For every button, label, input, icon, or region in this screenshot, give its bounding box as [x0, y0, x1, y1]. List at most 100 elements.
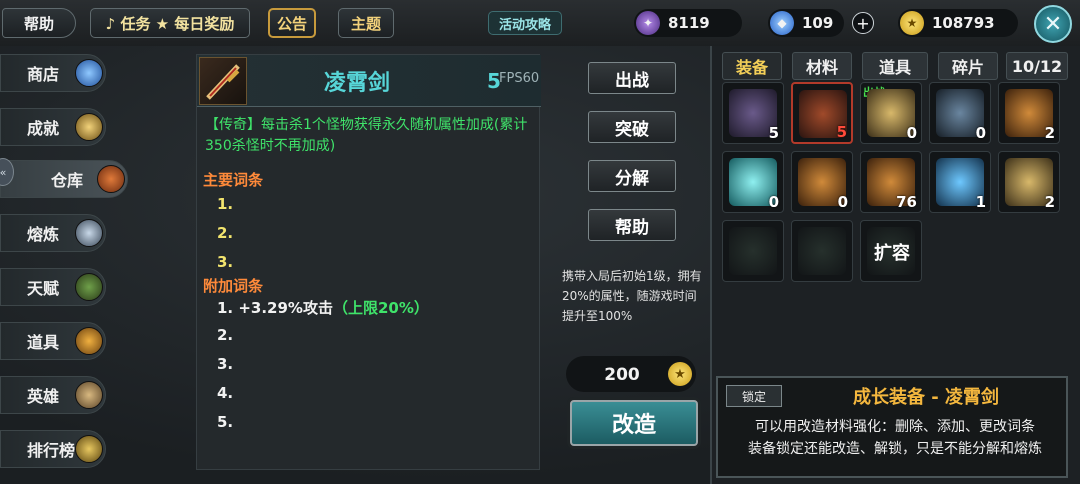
- gold-coin-icon: ★: [900, 11, 924, 35]
- sidebar-item-label: 熔炼: [27, 225, 60, 244]
- smelt-icon: [75, 219, 103, 247]
- main-affix-line: 1.: [217, 195, 234, 213]
- sidebar: 商店 成就 仓库 熔炼 天赋 道具 英雄 排行榜: [0, 46, 140, 484]
- inventory-slot-empty[interactable]: [722, 220, 784, 282]
- inventory-slot[interactable]: 2: [998, 151, 1060, 213]
- extra-affix-title: 附加词条: [203, 277, 264, 295]
- decompose-button[interactable]: 分解: [588, 160, 676, 192]
- props-icon: [75, 327, 103, 355]
- achievement-icon: [75, 113, 103, 141]
- tab-equipment[interactable]: 装备: [722, 52, 782, 80]
- warehouse-icon: [97, 165, 125, 193]
- equip-button[interactable]: 出战: [588, 62, 676, 94]
- sidebar-item-label: 仓库: [51, 171, 84, 190]
- slot-quantity: 1: [975, 193, 986, 211]
- theme-button[interactable]: 主题: [338, 8, 394, 38]
- forge-button[interactable]: 改造: [570, 400, 698, 446]
- notice-button[interactable]: 公告: [268, 8, 316, 38]
- sidebar-item-label: 成就: [27, 119, 60, 138]
- slot-quantity: 5: [836, 123, 847, 141]
- tab-fragments[interactable]: 碎片: [938, 52, 998, 80]
- item-help-button[interactable]: 帮助: [588, 209, 676, 241]
- info-desc-line: 可以用改造材料强化：删除、添加、更改词条: [755, 419, 1035, 435]
- extra-affix-line: 4.: [217, 384, 234, 402]
- inventory-slot[interactable]: 0: [791, 151, 853, 213]
- gold-coin-counter: ★ 108793: [898, 9, 1018, 37]
- extra-affix-line: 3.: [217, 355, 234, 373]
- top-bar: 帮助 ♪ 任务 ★ 每日奖励 公告 主题 活动攻略 ✦ 8119 ◆ 109 +…: [0, 0, 1080, 46]
- empty-slot-art: [798, 227, 846, 275]
- trophy-icon: [75, 435, 103, 463]
- extra-affix-value: 1. +3.29%攻击: [217, 299, 333, 317]
- forge-cost-value: 200: [604, 365, 640, 385]
- item-header: 凌霄剑 5 FPS60: [197, 55, 541, 107]
- talent-book-icon: [75, 273, 103, 301]
- slot-quantity: 76: [896, 193, 917, 211]
- close-icon: ✕: [1043, 11, 1063, 37]
- extra-affix-line: 1. +3.29%攻击（上限20%）: [217, 297, 429, 318]
- info-description: 可以用改造材料强化：删除、添加、更改词条 装备锁定还能改造、解锁，只是不能分解和…: [726, 416, 1064, 460]
- sidebar-item-label: 道具: [27, 333, 60, 352]
- info-desc-line: 装备锁定还能改造、解锁，只是不能分解和熔炼: [748, 441, 1042, 457]
- game-screen: 帮助 ♪ 任务 ★ 每日奖励 公告 主题 活动攻略 ✦ 8119 ◆ 109 +…: [0, 0, 1080, 484]
- legendary-effect-text: 【传奇】每击杀1个怪物获得永久随机属性加成(累计350杀怪时不再加成): [205, 117, 528, 154]
- sidebar-item-props[interactable]: 道具: [0, 322, 106, 360]
- sidebar-item-talent[interactable]: 天赋: [0, 268, 106, 306]
- slot-quantity: 0: [975, 124, 986, 142]
- sword-icon: [199, 57, 247, 105]
- expand-label: 扩容: [874, 243, 910, 264]
- sidebar-item-smelt[interactable]: 熔炼: [0, 214, 106, 252]
- shop-icon: [75, 59, 103, 87]
- sidebar-item-warehouse[interactable]: 仓库: [0, 160, 128, 198]
- sidebar-item-label: 商店: [27, 65, 60, 84]
- inventory-slot[interactable]: 出战 0: [860, 82, 922, 144]
- inventory-slot[interactable]: 0: [929, 82, 991, 144]
- blue-crystal-value: 109: [802, 14, 834, 32]
- inventory-slot[interactable]: 2: [998, 82, 1060, 144]
- inventory-slot-empty[interactable]: [791, 220, 853, 282]
- sidebar-item-label: 排行榜: [27, 441, 76, 460]
- carry-note: 携带入局后初始1级，拥有20%的属性，随游戏时间提升至100%: [562, 269, 702, 323]
- sidebar-item-hero[interactable]: 英雄: [0, 376, 106, 414]
- inventory-slot[interactable]: 5: [722, 82, 784, 144]
- expand-inventory-button[interactable]: 扩容: [860, 220, 922, 282]
- sidebar-item-shop[interactable]: 商店: [0, 54, 106, 92]
- purple-gem-counter: ✦ 8119: [634, 9, 742, 37]
- slot-quantity: 2: [1044, 124, 1055, 142]
- inventory-slot-selected[interactable]: 5: [791, 82, 853, 144]
- inventory-slot[interactable]: 1: [929, 151, 991, 213]
- inventory-capacity: 10/12: [1006, 52, 1068, 80]
- slot-quantity: 5: [768, 124, 779, 142]
- close-button[interactable]: ✕: [1034, 5, 1072, 43]
- inventory-slot[interactable]: 0: [722, 151, 784, 213]
- empty-slot-art: [729, 227, 777, 275]
- tab-props[interactable]: 道具: [862, 52, 928, 80]
- lock-button[interactable]: 锁定: [726, 385, 782, 407]
- item-name: 凌霄剑: [323, 71, 390, 96]
- blue-crystal-icon: ◆: [770, 11, 794, 35]
- sidebar-item-achievement[interactable]: 成就: [0, 108, 106, 146]
- inventory-slot[interactable]: 76: [860, 151, 922, 213]
- main-affix-line: 3.: [217, 253, 234, 271]
- tab-materials[interactable]: 材料: [792, 52, 852, 80]
- breakthrough-button[interactable]: 突破: [588, 111, 676, 143]
- add-crystal-button[interactable]: +: [852, 12, 874, 34]
- extra-affix-line: 5.: [217, 413, 234, 431]
- gold-coin-value: 108793: [932, 14, 995, 32]
- extra-affix-limit: （上限20%）: [332, 299, 429, 317]
- main-affix-title: 主要词条: [203, 171, 264, 189]
- purple-gem-icon: ✦: [636, 11, 660, 35]
- gold-coin-icon: ★: [668, 362, 692, 386]
- item-info-card: 锁定 成长装备 - 凌霄剑 可以用改造材料强化：删除、添加、更改词条 装备锁定还…: [716, 376, 1068, 478]
- help-button[interactable]: 帮助: [2, 8, 76, 38]
- main-affix-line: 2.: [217, 224, 234, 242]
- item-detail-panel: 凌霄剑 5 FPS60 【传奇】每击杀1个怪物获得永久随机属性加成(累计350杀…: [196, 54, 541, 470]
- slot-quantity: 0: [837, 193, 848, 211]
- sidebar-item-label: 英雄: [27, 387, 60, 406]
- info-title: 成长装备 - 凌霄剑: [852, 387, 999, 408]
- slot-quantity: 0: [906, 124, 917, 142]
- sidebar-item-leaderboard[interactable]: 排行榜: [0, 430, 106, 468]
- fps-counter: FPS60: [499, 71, 540, 86]
- quest-daily-reward-button[interactable]: ♪ 任务 ★ 每日奖励: [90, 8, 250, 38]
- event-guide-button[interactable]: 活动攻略: [488, 11, 562, 35]
